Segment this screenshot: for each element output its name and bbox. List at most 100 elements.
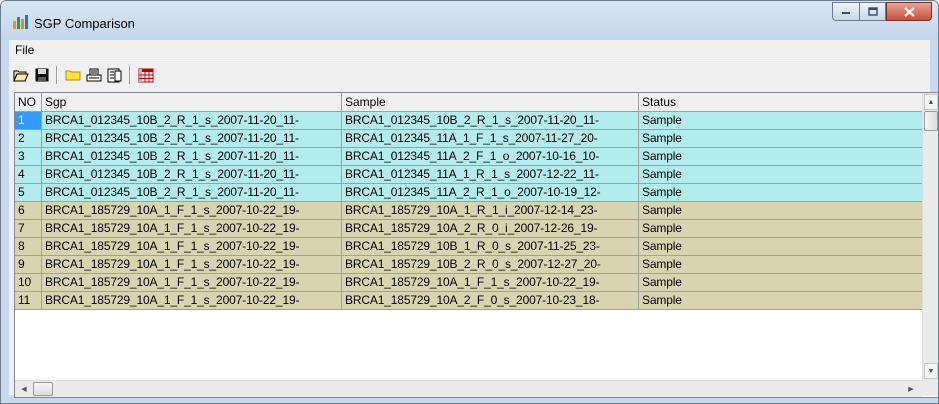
- row-number-cell[interactable]: 9: [15, 256, 42, 273]
- status-cell[interactable]: Sample: [639, 166, 922, 183]
- maximize-button[interactable]: [859, 2, 886, 21]
- menu-file[interactable]: File: [15, 43, 34, 57]
- status-cell[interactable]: Sample: [639, 184, 922, 201]
- toolbar-separator: [129, 66, 131, 84]
- grid-button[interactable]: [136, 65, 156, 85]
- sample-cell[interactable]: BRCA1_185729_10B_2_R_0_s_2007-12-27_20-: [342, 256, 639, 273]
- document-icon: [107, 68, 122, 82]
- row-number-cell[interactable]: 5: [15, 184, 42, 201]
- row-number-cell[interactable]: 6: [15, 202, 42, 219]
- close-button[interactable]: [886, 2, 932, 21]
- column-header-sgp[interactable]: Sgp: [42, 93, 342, 111]
- table-row[interactable]: 11 BRCA1_185729_10A_1_F_1_s_2007-10-22_19…: [15, 292, 922, 310]
- table-row[interactable]: 3 BRCA1_012345_10B_2_R_1_s_2007-11-20_11-…: [15, 148, 922, 166]
- status-cell[interactable]: Sample: [639, 202, 922, 219]
- sample-cell[interactable]: BRCA1_012345_11A_1_R_1_s_2007-12-22_11-: [342, 166, 639, 183]
- open-button[interactable]: [11, 65, 31, 85]
- status-cell[interactable]: Sample: [639, 274, 922, 291]
- sgp-cell[interactable]: BRCA1_185729_10A_1_F_1_s_2007-10-22_19-: [42, 202, 342, 219]
- close-icon: [903, 6, 915, 17]
- print-button[interactable]: [84, 65, 104, 85]
- app-window: SGP Comparison File NO Sgp Sample Status…: [0, 0, 939, 404]
- row-number-cell[interactable]: 4: [15, 166, 42, 183]
- status-cell[interactable]: Sample: [639, 256, 922, 273]
- table-row[interactable]: 5 BRCA1_012345_10B_2_R_1_s_2007-11-20_11-…: [15, 184, 922, 202]
- row-number-cell[interactable]: 7: [15, 220, 42, 237]
- toolbar-separator: [56, 66, 58, 84]
- save-disk-icon: [35, 68, 49, 82]
- row-number-cell[interactable]: 3: [15, 148, 42, 165]
- status-cell[interactable]: Sample: [639, 112, 922, 129]
- save-button[interactable]: [32, 65, 52, 85]
- table-row[interactable]: 9 BRCA1_185729_10A_1_F_1_s_2007-10-22_19-…: [15, 256, 922, 274]
- sample-cell[interactable]: BRCA1_012345_10B_2_R_1_s_2007-11-20_11-: [342, 112, 639, 129]
- column-header-status[interactable]: Status: [639, 93, 922, 111]
- open-folder-icon: [13, 70, 29, 82]
- table-row[interactable]: 6 BRCA1_185729_10A_1_F_1_s_2007-10-22_19-…: [15, 202, 922, 220]
- row-number-cell[interactable]: 2: [15, 130, 42, 147]
- status-cell[interactable]: Sample: [639, 292, 922, 309]
- status-cell[interactable]: Sample: [639, 148, 922, 165]
- status-cell[interactable]: Sample: [639, 220, 922, 237]
- sgp-cell[interactable]: BRCA1_185729_10A_1_F_1_s_2007-10-22_19-: [42, 220, 342, 237]
- print-icon: [86, 68, 102, 81]
- sample-cell[interactable]: BRCA1_185729_10A_2_F_0_s_2007-10-23_18-: [342, 292, 639, 309]
- table-row[interactable]: 1 BRCA1_012345_10B_2_R_1_s_2007-11-20_11-…: [15, 112, 922, 130]
- sample-cell[interactable]: BRCA1_012345_11A_2_F_1_o_2007-10-16_10-: [342, 148, 639, 165]
- row-number-cell[interactable]: 8: [15, 238, 42, 255]
- grid-rows: 1 BRCA1_012345_10B_2_R_1_s_2007-11-20_11-…: [15, 112, 922, 310]
- arrow-down-icon: ▼: [927, 367, 935, 375]
- table-row[interactable]: 8 BRCA1_185729_10A_1_F_1_s_2007-10-22_19-…: [15, 238, 922, 256]
- scroll-left-button[interactable]: ◀: [16, 382, 32, 396]
- scroll-up-button[interactable]: ▲: [924, 94, 938, 110]
- sgp-cell[interactable]: BRCA1_012345_10B_2_R_1_s_2007-11-20_11-: [42, 184, 342, 201]
- vertical-scroll-thumb[interactable]: [924, 111, 938, 131]
- row-number-cell[interactable]: 10: [15, 274, 42, 291]
- table-row[interactable]: 2 BRCA1_012345_10B_2_R_1_s_2007-11-20_11-…: [15, 130, 922, 148]
- scroll-right-button[interactable]: ▶: [903, 382, 919, 396]
- arrow-up-icon: ▲: [927, 98, 935, 106]
- window-title: SGP Comparison: [34, 16, 135, 31]
- sgp-cell[interactable]: BRCA1_185729_10A_1_F_1_s_2007-10-22_19-: [42, 274, 342, 291]
- title-bar[interactable]: SGP Comparison: [1, 1, 938, 40]
- minimize-button[interactable]: [832, 2, 859, 21]
- column-header-sample[interactable]: Sample: [342, 93, 639, 111]
- vertical-scrollbar[interactable]: ▲ ▼: [922, 93, 938, 380]
- sgp-cell[interactable]: BRCA1_185729_10A_1_F_1_s_2007-10-22_19-: [42, 256, 342, 273]
- row-number-cell[interactable]: 11: [15, 292, 42, 309]
- arrow-left-icon: ◀: [21, 386, 27, 393]
- sgp-cell[interactable]: BRCA1_012345_10B_2_R_1_s_2007-11-20_11-: [42, 112, 342, 129]
- status-cell[interactable]: Sample: [639, 130, 922, 147]
- folder-button[interactable]: [63, 65, 83, 85]
- grid-table-icon: [138, 68, 154, 82]
- row-number-cell[interactable]: 1: [15, 112, 42, 129]
- grid-header: NO Sgp Sample Status: [15, 93, 922, 112]
- sample-cell[interactable]: BRCA1_012345_11A_1_F_1_s_2007-11-27_20-: [342, 130, 639, 147]
- arrow-right-icon: ▶: [908, 386, 914, 393]
- sgp-cell[interactable]: BRCA1_012345_10B_2_R_1_s_2007-11-20_11-: [42, 130, 342, 147]
- minimize-icon: [842, 11, 850, 14]
- sample-cell[interactable]: BRCA1_012345_11A_2_R_1_o_2007-10-19_12-: [342, 184, 639, 201]
- document-button[interactable]: [105, 65, 125, 85]
- sgp-cell[interactable]: BRCA1_012345_10B_2_R_1_s_2007-11-20_11-: [42, 148, 342, 165]
- sample-cell[interactable]: BRCA1_185729_10A_1_F_1_s_2007-10-22_19-: [342, 274, 639, 291]
- comparison-grid[interactable]: NO Sgp Sample Status 1 BRCA1_012345_10B_2…: [14, 92, 938, 398]
- sample-cell[interactable]: BRCA1_185729_10A_2_R_0_i_2007-12-26_19-: [342, 220, 639, 237]
- sample-cell[interactable]: BRCA1_185729_10A_1_R_1_i_2007-12-14_23-: [342, 202, 639, 219]
- table-row[interactable]: 7 BRCA1_185729_10A_1_F_1_s_2007-10-22_19-…: [15, 220, 922, 238]
- sgp-cell[interactable]: BRCA1_185729_10A_1_F_1_s_2007-10-22_19-: [42, 238, 342, 255]
- horizontal-scrollbar[interactable]: ◀ ▶: [15, 380, 922, 397]
- resize-grip[interactable]: [922, 380, 938, 396]
- app-logo-icon: [13, 15, 28, 29]
- status-cell[interactable]: Sample: [639, 238, 922, 255]
- sgp-cell[interactable]: BRCA1_185729_10A_1_F_1_s_2007-10-22_19-: [42, 292, 342, 309]
- table-row[interactable]: 4 BRCA1_012345_10B_2_R_1_s_2007-11-20_11-…: [15, 166, 922, 184]
- sgp-cell[interactable]: BRCA1_012345_10B_2_R_1_s_2007-11-20_11-: [42, 166, 342, 183]
- menu-bar: File: [9, 40, 930, 59]
- table-row[interactable]: 10 BRCA1_185729_10A_1_F_1_s_2007-10-22_19…: [15, 274, 922, 292]
- folder-icon: [65, 70, 81, 81]
- horizontal-scroll-thumb[interactable]: [33, 382, 53, 396]
- scroll-down-button[interactable]: ▼: [924, 363, 938, 379]
- column-header-no[interactable]: NO: [15, 93, 42, 111]
- sample-cell[interactable]: BRCA1_185729_10B_1_R_0_s_2007-11-25_23-: [342, 238, 639, 255]
